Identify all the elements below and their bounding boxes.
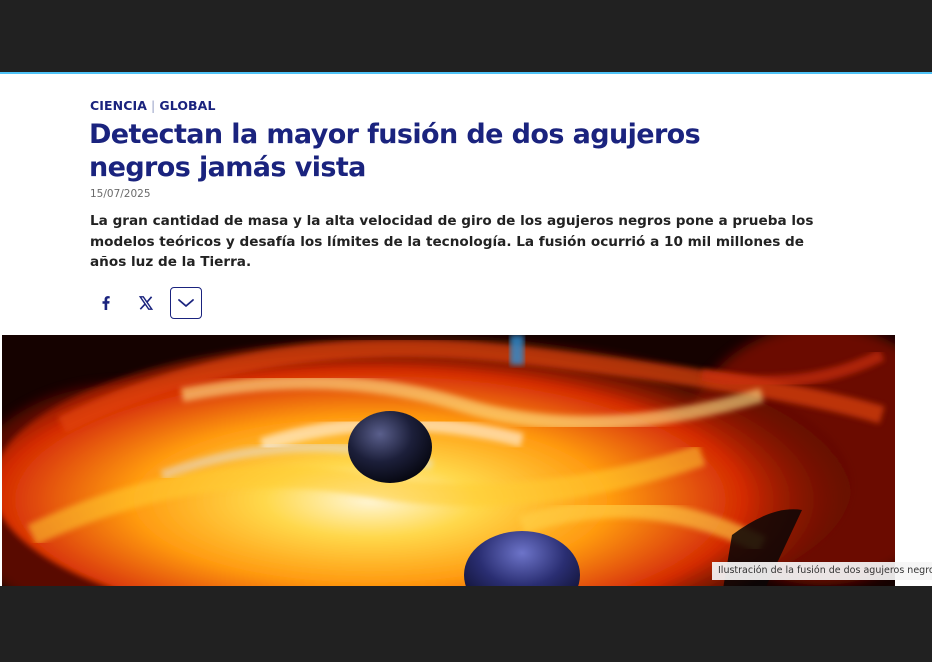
chevron-down-icon (178, 299, 194, 307)
share-x-button[interactable] (130, 287, 162, 319)
share-facebook-button[interactable] (90, 287, 122, 319)
article-date: 15/07/2025 (90, 188, 151, 200)
section-separator: | (151, 98, 156, 113)
section-label: CIENCIA | GLOBAL (90, 98, 216, 113)
black-hole-merger-illustration (2, 335, 895, 586)
image-caption: Ilustración de la fusión de dos agujeros… (712, 562, 932, 580)
article-summary: La gran cantidad de masa y la alta veloc… (90, 213, 814, 271)
article-page: CIENCIA | GLOBAL Detectan la mayor fusión … (0, 74, 932, 586)
section-link-ciencia[interactable]: CIENCIA (90, 98, 147, 113)
facebook-icon (102, 296, 110, 310)
video-frame-top-bar (0, 0, 932, 72)
hero-image (2, 335, 895, 586)
section-link-global[interactable]: GLOBAL (159, 98, 215, 113)
share-bar (90, 287, 210, 319)
share-more-button[interactable] (170, 287, 202, 319)
article-headline: Detectan la mayor fusión de dos agujeros… (89, 119, 701, 183)
video-frame-bottom-bar (0, 586, 932, 662)
x-icon (138, 296, 154, 310)
